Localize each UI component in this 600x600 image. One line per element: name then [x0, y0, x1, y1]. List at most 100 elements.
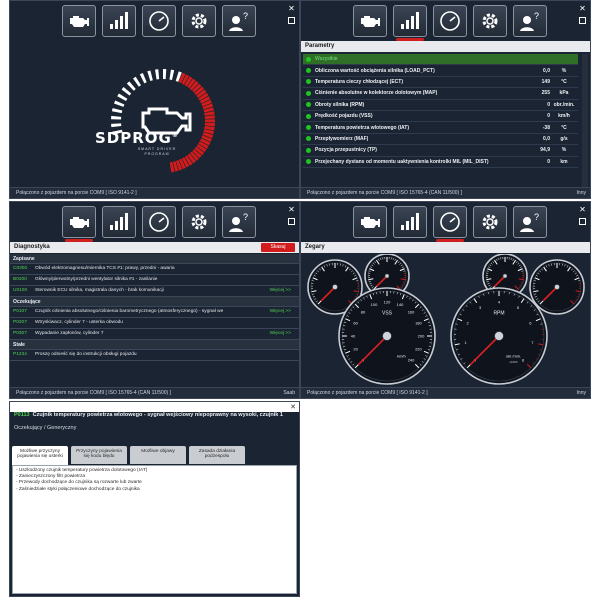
gear-icon — [482, 13, 498, 29]
technician-help-icon: ? — [229, 212, 248, 232]
more-link[interactable]: Więcej >> — [267, 329, 291, 339]
status-bar: Połączono z pojazdem na porcie COM9 [ IS… — [301, 387, 590, 398]
parameter-row[interactable]: Obliczona wartość obciążenia silnika (LO… — [303, 65, 578, 77]
parameters-button[interactable] — [393, 5, 427, 41]
engine-button[interactable] — [353, 5, 387, 37]
dtc-tab[interactable]: Przyczyny pojawienia się kodu błędu — [71, 446, 127, 464]
dtc-description: Proszę odnieść się do instrukcji obsługi… — [35, 352, 137, 357]
close-icon[interactable]: ✕ — [578, 4, 587, 13]
parameter-name: Prędkość pojazdu (VSS) — [315, 113, 373, 120]
parameters-button[interactable] — [393, 206, 427, 238]
parameters-button[interactable] — [102, 5, 136, 37]
gauges-button[interactable] — [142, 5, 176, 37]
parameter-row[interactable]: Przejechany dystans od momentu uaktywnie… — [303, 157, 578, 168]
dtc-row[interactable]: B0200 Główny/pierwotny/przedni wentylator… — [10, 275, 299, 286]
parameter-value: 0,0 — [543, 67, 550, 74]
dtc-group-header: Zapisane — [10, 254, 299, 264]
gauges-button[interactable] — [433, 206, 467, 242]
dtc-row[interactable]: P0107 Czujnik ciśnienia absolutnego/ciśni… — [10, 307, 299, 318]
window-controls: ✕ — [578, 4, 587, 24]
rpm-gauge-unit: obr./min. — [506, 354, 521, 359]
parameter-name: Obliczona wartość obciążenia silnika (LO… — [315, 67, 435, 74]
small-gauge-left-outer-hub — [332, 284, 338, 290]
section-title: Diagnostyka — [10, 242, 299, 253]
parameter-row[interactable]: Prędkość pojazdu (VSS) 0 km/h — [303, 111, 578, 123]
parameter-value: -38 — [542, 124, 550, 131]
logo-brand: SDPROG® — [95, 129, 179, 147]
vss-gauge-tick-label: 20 — [353, 347, 358, 352]
help-button[interactable]: ? — [222, 206, 256, 238]
parameter-name: Przejechany dystans od momentu uaktywnie… — [315, 158, 489, 165]
dtc-description: Sterownik ECU silnika, magistrala danych… — [35, 288, 164, 293]
gauges-button[interactable] — [433, 5, 467, 37]
engine-icon — [361, 16, 380, 27]
help-button[interactable]: ? — [513, 206, 547, 238]
dtc-row[interactable]: P0307 Wypadanie zapłonów, cylinder 7 Więce… — [10, 329, 299, 340]
svg-text:?: ? — [243, 212, 248, 222]
engine-button[interactable] — [62, 5, 96, 37]
erase-codes-button[interactable]: Skasuj — [261, 243, 295, 252]
dtc-tab[interactable]: Możliwe objawy — [130, 446, 186, 464]
dtc-row[interactable]: P0207 Wtryskiwacz, cylinder 7 - usterka o… — [10, 318, 299, 329]
vss-gauge-tick-label: 120 — [384, 300, 391, 305]
sdprog-logo-ring — [111, 68, 216, 173]
settings-button[interactable] — [473, 206, 507, 238]
close-icon[interactable]: ✕ — [287, 4, 296, 13]
close-icon[interactable]: ✕ — [578, 205, 587, 214]
parameter-row[interactable]: Obroty silnika (RPM) 0 obr./min. — [303, 100, 578, 111]
status-dot-icon — [306, 90, 311, 96]
maximize-icon[interactable] — [579, 17, 586, 24]
maximize-icon[interactable] — [288, 218, 295, 225]
engine-button[interactable] — [62, 206, 96, 242]
parameters-button[interactable] — [102, 206, 136, 238]
parameter-value: 0,0 — [543, 135, 550, 142]
parameter-row[interactable]: Ciśnienie absolutne w kolektorze dolotow… — [303, 88, 578, 100]
toolbar: ? — [353, 206, 547, 242]
parameter-row[interactable]: Przepływomierz (MAF) 0,0 g/s — [303, 134, 578, 146]
dtc-row[interactable]: U0100 Sterownik ECU silnika, magistrala d… — [10, 286, 299, 297]
vss-gauge-tick-label: 200 — [418, 334, 425, 339]
maximize-icon[interactable] — [288, 17, 295, 24]
dtc-tab[interactable]: Zasada działania podzespołu — [189, 446, 245, 464]
parameter-name: Temperatura cieczy chłodzącej (ECT) — [315, 78, 403, 85]
logo-ring-segment — [163, 68, 167, 80]
logo-ring-segment — [111, 123, 122, 128]
dtc-tab[interactable]: Możliwe przyczyny pojawienia się usterki — [12, 446, 68, 466]
parameter-row[interactable]: Temperatura powietrza wlotowego (IAT) -38… — [303, 122, 578, 134]
gauge-icon — [149, 212, 169, 232]
close-icon[interactable]: ✕ — [287, 205, 296, 214]
rpm-gauge-hub — [494, 331, 504, 341]
close-icon[interactable]: ✕ — [290, 403, 296, 411]
more-link[interactable]: Więcej >> — [267, 286, 291, 296]
help-button[interactable]: ? — [222, 5, 256, 37]
parameter-value: 255 — [541, 90, 550, 97]
logo-ring-segment — [111, 119, 122, 124]
dtc-row[interactable]: C0300 Obwód elektromagnesu/miernika TCS #… — [10, 264, 299, 275]
status-dot-icon — [306, 56, 311, 62]
parameter-row[interactable]: Pozycja przepustnicy (TP) 94,9% — [303, 145, 578, 157]
scrollbar[interactable] — [582, 54, 588, 187]
dtc-description: Czujnik ciśnienia absolutnego/ciśnienia … — [35, 309, 224, 314]
dtc-row[interactable]: P1234 Proszę odnieść się do instrukcji ob… — [10, 350, 299, 361]
settings-button[interactable] — [182, 5, 216, 37]
parameter-row-all[interactable]: Wszystkie — [303, 54, 578, 66]
parameter-name: Przepływomierz (MAF) — [315, 135, 369, 142]
maximize-icon[interactable] — [579, 218, 586, 225]
gear-icon — [191, 214, 207, 230]
dtc-type: Oczekujący / Generyczny — [14, 425, 77, 431]
more-link[interactable]: Więcej >> — [267, 307, 291, 317]
parameter-unit: % — [561, 67, 567, 74]
technician-help-icon: ? — [229, 11, 248, 31]
engine-button[interactable] — [353, 206, 387, 238]
vss-gauge-tick-label: 180 — [415, 320, 422, 325]
parameter-unit: °C — [561, 78, 567, 85]
gauges-button[interactable] — [142, 206, 176, 238]
help-button[interactable]: ? — [513, 5, 547, 37]
parameter-value: 0 — [547, 113, 550, 120]
engine-icon — [70, 217, 89, 228]
parameter-row[interactable]: Temperatura cieczy chłodzącej (ECT) 149 °C — [303, 77, 578, 89]
logo-ring-segment — [204, 122, 215, 127]
settings-button[interactable] — [182, 206, 216, 238]
parameter-value: 0 — [547, 158, 550, 165]
settings-button[interactable] — [473, 5, 507, 37]
